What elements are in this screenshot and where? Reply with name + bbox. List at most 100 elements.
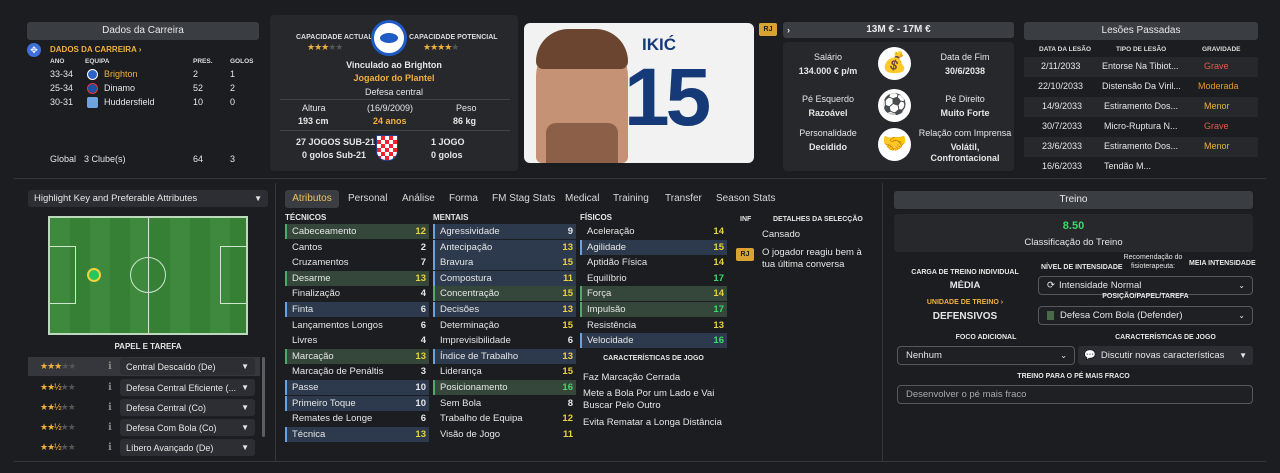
tab-training[interactable]: Training — [613, 190, 649, 208]
attribute-row[interactable]: Finta 6 — [285, 302, 429, 317]
attribute-row[interactable]: Equilíbrio 17 — [580, 271, 727, 286]
additional-focus-dropdown[interactable]: Nenhum ⌄ — [897, 346, 1075, 365]
attribute-row[interactable]: Aptidão Física 14 — [580, 255, 727, 270]
club-crest-icon[interactable] — [371, 20, 407, 56]
career-link[interactable]: DADOS DA CARREIRA › — [50, 45, 141, 54]
attribute-row[interactable]: Decisões 13 — [433, 302, 576, 317]
tab-analise[interactable]: Análise — [402, 190, 435, 208]
attribute-name: Primeiro Toque — [292, 397, 356, 409]
attribute-row[interactable]: Concentração 15 — [433, 286, 576, 302]
info-icon[interactable]: ℹ — [108, 422, 112, 433]
info-icon[interactable]: ℹ — [108, 361, 112, 372]
tab-transfer[interactable]: Transfer — [665, 190, 702, 208]
tab-season-stats[interactable]: Season Stats — [716, 190, 775, 208]
attribute-row[interactable]: Compostura 11 — [433, 270, 576, 286]
attribute-row[interactable]: Determinação 15 — [433, 318, 576, 333]
injury-row[interactable]: 14/9/2033 Estiramento Dos... Menor — [1024, 97, 1258, 117]
attribute-row[interactable]: Cabeceamento 12 — [285, 224, 429, 239]
role-row[interactable]: ★★★★★ ℹ Central Descaído (De) ▼ — [28, 357, 260, 376]
role-dropdown[interactable]: Líbero Avançado (De) ▼ — [120, 439, 255, 456]
role-dropdown[interactable]: Defesa Com Bola (Co) ▼ — [120, 419, 255, 436]
weak-foot-dropdown[interactable]: Desenvolver o pé mais fraco — [897, 385, 1253, 404]
roles-scrollbar[interactable] — [262, 357, 265, 437]
attribute-row[interactable]: Primeiro Toque 10 — [285, 395, 429, 411]
attribute-row[interactable]: Força 14 — [580, 286, 727, 302]
training-unit-value: DEFENSIVOS — [932, 311, 998, 322]
attribute-value: 14 — [713, 288, 724, 300]
traits-training-dropdown[interactable]: 💬 Discutir novas características ▼ — [1078, 346, 1253, 365]
attribute-row[interactable]: Velocidade 16 — [580, 333, 727, 349]
right-foot-label: Pé Direito — [945, 94, 985, 104]
injuries-header[interactable]: Lesões Passadas — [1024, 22, 1258, 40]
rj-badge[interactable]: RJ — [736, 248, 754, 261]
training-header[interactable]: Treino — [894, 191, 1253, 209]
attribute-row[interactable]: Posicionamento 16 — [433, 380, 576, 395]
tab-atributos[interactable]: Atributos — [285, 190, 339, 208]
attribute-row[interactable]: Passe 10 — [285, 380, 429, 395]
tab-personal[interactable]: Personal — [348, 190, 387, 208]
injury-row[interactable]: 30/7/2033 Micro-Ruptura N... Grave — [1024, 117, 1258, 137]
rj-badge[interactable]: RJ — [759, 23, 777, 36]
croatia-flag-icon[interactable] — [376, 135, 398, 161]
injury-row[interactable]: 2/11/2033 Entorse Na Tibiot... Grave — [1024, 57, 1258, 77]
training-unit-link[interactable]: UNIDADE DE TREINO › — [905, 299, 1025, 306]
attribute-row[interactable]: Cruzamentos 7 — [285, 255, 429, 270]
career-header[interactable]: Dados da Carreira — [27, 22, 259, 40]
role-training-dropdown[interactable]: Defesa Com Bola (Defender) ⌄ — [1038, 306, 1253, 325]
injury-row[interactable]: 22/10/2033 Distensão Da Viril... Moderada — [1024, 77, 1258, 97]
player-hair — [536, 29, 628, 69]
attribute-row[interactable]: Bravura 15 — [433, 255, 576, 271]
value-header[interactable]: › 13M € - 17M € — [783, 22, 1014, 38]
attribute-name: Imprevisibilidade — [440, 335, 511, 347]
role-dropdown[interactable]: Central Descaído (De) ▼ — [120, 358, 255, 375]
attribute-row[interactable]: Trabalho de Equipa 12 — [433, 411, 576, 426]
attribute-row[interactable]: Agressividade 9 — [433, 224, 576, 239]
attribute-row[interactable]: Imprevisibilidade 6 — [433, 333, 576, 348]
attribute-row[interactable]: Aceleração 14 — [580, 224, 727, 239]
attribute-value: 13 — [415, 272, 426, 284]
attribute-row[interactable]: Antecipação 13 — [433, 239, 576, 255]
attribute-row[interactable]: Marcação 13 — [285, 348, 429, 364]
attribute-row[interactable]: Lançamentos Longos 6 — [285, 318, 429, 333]
attribute-row[interactable]: Cantos 2 — [285, 240, 429, 255]
attribute-row[interactable]: Marcação de Penáltis 3 — [285, 364, 429, 379]
tab-fm-stag-stats[interactable]: FM Stag Stats — [492, 190, 555, 208]
info-icon[interactable]: ℹ — [108, 402, 112, 413]
attribute-row[interactable]: Livres 4 — [285, 333, 429, 348]
attribute-value: 11 — [562, 272, 573, 284]
attribute-row[interactable]: Liderança 15 — [433, 364, 576, 379]
attribute-row[interactable]: Técnica 13 — [285, 426, 429, 442]
attribute-row[interactable]: Desarme 13 — [285, 270, 429, 286]
roles-list[interactable]: ★★★★★ ℹ Central Descaído (De) ▼ ★★½★★ ℹ Defes… — [28, 357, 260, 461]
age-value: 24 anos — [373, 116, 407, 126]
injury-row[interactable]: 23/6/2033 Estiramento Dos... Menor — [1024, 137, 1258, 157]
info-icon[interactable]: ℹ — [108, 442, 112, 453]
attribute-row[interactable]: Sem Bola 8 — [433, 396, 576, 411]
injury-row[interactable]: 16/6/2033 Tendão M... — [1024, 157, 1258, 169]
media-handling-label: Relação com Imprensa — [918, 128, 1012, 138]
attribute-row[interactable]: Resistência 13 — [580, 318, 727, 333]
attribute-row[interactable]: Impulsão 17 — [580, 302, 727, 317]
tab-medical[interactable]: Medical — [565, 190, 599, 208]
chevron-down-icon: ▼ — [1239, 351, 1247, 360]
attribute-row[interactable]: Remates de Longe 6 — [285, 411, 429, 426]
role-row[interactable]: ★★½★★ ℹ Defesa Central Eficiente (... ▼ — [28, 378, 260, 397]
pitch[interactable] — [48, 216, 248, 335]
injury-list[interactable]: 2/11/2033 Entorse Na Tibiot... Grave 22/10… — [1024, 57, 1258, 169]
career-icon: ✥ — [27, 43, 41, 57]
tab-forma[interactable]: Forma — [449, 190, 478, 208]
attribute-row[interactable]: Finalização 4 — [285, 286, 429, 301]
role-row[interactable]: ★★½★★ ℹ Líbero Avançado (De) ▼ — [28, 438, 260, 457]
attribute-row[interactable]: Índice de Trabalho 13 — [433, 348, 576, 364]
role-row[interactable]: ★★½★★ ℹ Defesa Com Bola (Co) ▼ — [28, 418, 260, 437]
info-icon[interactable]: ℹ — [108, 382, 112, 393]
attribute-row[interactable]: Visão de Jogo 11 — [433, 427, 576, 442]
highlight-dropdown[interactable]: Highlight Key and Preferable Attributes ▼ — [28, 190, 268, 207]
attribute-name: Marcação de Penáltis — [292, 366, 384, 378]
attribute-row[interactable]: Agilidade 15 — [580, 239, 727, 255]
role-dropdown[interactable]: Defesa Central (Co) ▼ — [120, 399, 255, 416]
trait-item: Mete a Bola Por um Lado e Vai Buscar Pel… — [583, 388, 715, 411]
divider — [280, 99, 510, 100]
role-dropdown[interactable]: Defesa Central Eficiente (... ▼ — [120, 379, 255, 396]
role-row[interactable]: ★★½★★ ℹ Defesa Central (Co) ▼ — [28, 398, 260, 417]
